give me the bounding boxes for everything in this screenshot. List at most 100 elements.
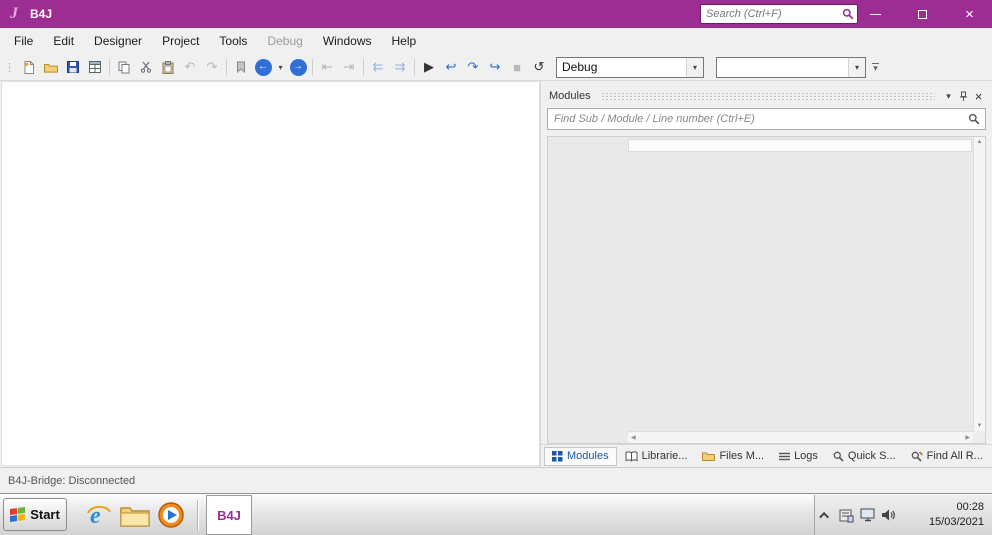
tab-find-all-references[interactable]: Find All R... — [904, 447, 990, 466]
back-history-dropdown[interactable]: ▾ — [274, 56, 287, 78]
menu-file[interactable]: File — [4, 29, 43, 53]
modules-grid-button[interactable] — [84, 56, 106, 78]
tab-label: Files M... — [719, 450, 765, 462]
tab-quick-search[interactable]: Quick S... — [826, 447, 903, 466]
tab-files-manager[interactable]: Files M... — [695, 447, 771, 466]
scrollbar-corner — [973, 431, 985, 443]
modules-empty-row — [628, 139, 972, 152]
tab-logs[interactable]: Logs — [772, 447, 825, 466]
show-hidden-icons-button[interactable] — [815, 505, 836, 526]
back-circle-icon: ← — [254, 58, 272, 76]
taskbar-separator — [197, 499, 198, 530]
build-configuration-combo[interactable]: Debug ▾ — [556, 56, 704, 78]
undo-button: ↶ — [184, 59, 196, 74]
window-title: B4J — [30, 7, 53, 21]
cut-button[interactable] — [135, 56, 157, 78]
scroll-down-icon[interactable]: ▼ — [974, 421, 986, 431]
new-project-button[interactable] — [18, 56, 40, 78]
vertical-scrollbar[interactable]: ▲ ▼ — [973, 137, 985, 431]
modules-search-input[interactable] — [548, 113, 963, 125]
minimize-icon — [870, 13, 881, 15]
step-into-button[interactable]: ↩ — [440, 56, 462, 78]
open-project-button[interactable] — [40, 56, 62, 78]
taskbar-clock[interactable]: 00:28 15/03/2021 — [929, 500, 992, 530]
maximize-icon — [918, 9, 927, 19]
toolbar: ⋮ ↶ ↷ ← ▾ → ⇤ ⇥ ⇇ ⇉ ▶ ↩ ↷ ↪ ■ ↺ Debug ▾ … — [0, 54, 992, 81]
tab-label: Modules — [567, 450, 609, 462]
tab-modules[interactable]: Modules — [544, 446, 617, 466]
scroll-left-icon[interactable]: ◀ — [628, 432, 639, 443]
toolbar-grip[interactable]: ⋮ — [4, 61, 15, 74]
navigate-back-button[interactable]: ← — [252, 56, 274, 78]
clock-time: 00:28 — [956, 501, 984, 514]
quicklaunch-media-player[interactable] — [153, 497, 189, 533]
maximize-button[interactable] — [900, 0, 945, 28]
start-button[interactable]: Start — [3, 498, 67, 531]
tray-app-icon[interactable] — [836, 505, 857, 526]
copy-button[interactable] — [113, 56, 135, 78]
tab-libraries[interactable]: Librarie... — [618, 447, 695, 466]
pin-button[interactable] — [956, 89, 971, 104]
display-icon[interactable] — [857, 505, 878, 526]
close-icon: × — [965, 5, 974, 23]
modules-panel-header: Modules ▾ × — [541, 87, 992, 105]
minimize-button[interactable] — [853, 0, 898, 28]
comment-button: ⇇ — [372, 59, 384, 74]
global-search-box — [700, 4, 858, 24]
tab-label: Find All R... — [926, 450, 983, 462]
modules-tree-area[interactable]: ▲ ▼ ◀ ▶ — [547, 136, 986, 444]
step-out-button[interactable]: ↪ — [484, 56, 506, 78]
menu-project[interactable]: Project — [152, 29, 209, 53]
quick-search-icon — [833, 451, 844, 462]
menu-windows[interactable]: Windows — [313, 29, 382, 53]
secondary-combo[interactable]: ▾ — [716, 56, 866, 78]
global-search-input[interactable] — [701, 8, 839, 20]
paste-button[interactable] — [157, 56, 179, 78]
menu-tools[interactable]: Tools — [209, 29, 257, 53]
modules-search-icon[interactable] — [963, 113, 985, 125]
step-over-button[interactable]: ↷ — [462, 56, 484, 78]
menu-help[interactable]: Help — [382, 29, 427, 53]
media-player-icon — [158, 501, 184, 528]
new-file-icon — [24, 60, 34, 74]
scroll-right-icon[interactable]: ▶ — [962, 432, 973, 443]
tab-label: Librarie... — [641, 450, 688, 462]
save-button[interactable] — [62, 56, 84, 78]
menu-designer[interactable]: Designer — [84, 29, 152, 53]
build-configuration-value: Debug — [562, 60, 598, 74]
navigate-forward-button[interactable]: → — [287, 56, 309, 78]
horizontal-scrollbar[interactable]: ◀ ▶ — [628, 431, 973, 443]
volume-icon[interactable] — [878, 505, 899, 526]
scroll-up-icon[interactable]: ▲ — [974, 137, 986, 147]
files-folder-icon — [702, 452, 716, 461]
combo-dropdown-icon[interactable]: ▾ — [686, 57, 703, 77]
run-button[interactable]: ▶ — [418, 56, 440, 78]
panel-drag-texture[interactable] — [600, 91, 935, 101]
scissors-icon — [140, 61, 152, 73]
indent-increase-button: ⇥ — [343, 59, 355, 74]
taskbar-button-b4j[interactable]: B4J — [206, 495, 252, 535]
code-editor-area[interactable] — [1, 81, 540, 466]
redo-button: ↷ — [206, 59, 218, 74]
panel-menu-button[interactable]: ▾ — [941, 89, 956, 104]
quicklaunch-file-explorer[interactable] — [117, 497, 153, 533]
copy-icon — [118, 61, 130, 73]
toolbar-overflow-button[interactable]: ▾ — [872, 62, 879, 73]
tab-label: Logs — [794, 450, 818, 462]
main-area: Modules ▾ × ▲ ▼ ◀ ▶ — [0, 81, 992, 467]
stop-button: ■ — [513, 59, 521, 75]
modules-panel-title: Modules — [549, 90, 591, 102]
panel-close-button[interactable]: × — [971, 89, 986, 104]
internet-explorer-icon: e — [87, 503, 111, 529]
toolbar-separator — [312, 58, 313, 76]
close-button[interactable]: × — [947, 0, 992, 28]
quicklaunch-internet-explorer[interactable]: e — [81, 497, 117, 533]
toolbar-separator — [414, 58, 415, 76]
combo-dropdown-icon[interactable]: ▾ — [848, 57, 865, 77]
bookmark-button[interactable] — [230, 56, 252, 78]
menu-edit[interactable]: Edit — [43, 29, 84, 53]
explorer-folder-icon — [120, 506, 150, 527]
rebuild-button[interactable]: ↺ — [528, 56, 550, 78]
modules-grid-icon — [552, 450, 563, 461]
menubar: File Edit Designer Project Tools Debug W… — [0, 28, 992, 54]
